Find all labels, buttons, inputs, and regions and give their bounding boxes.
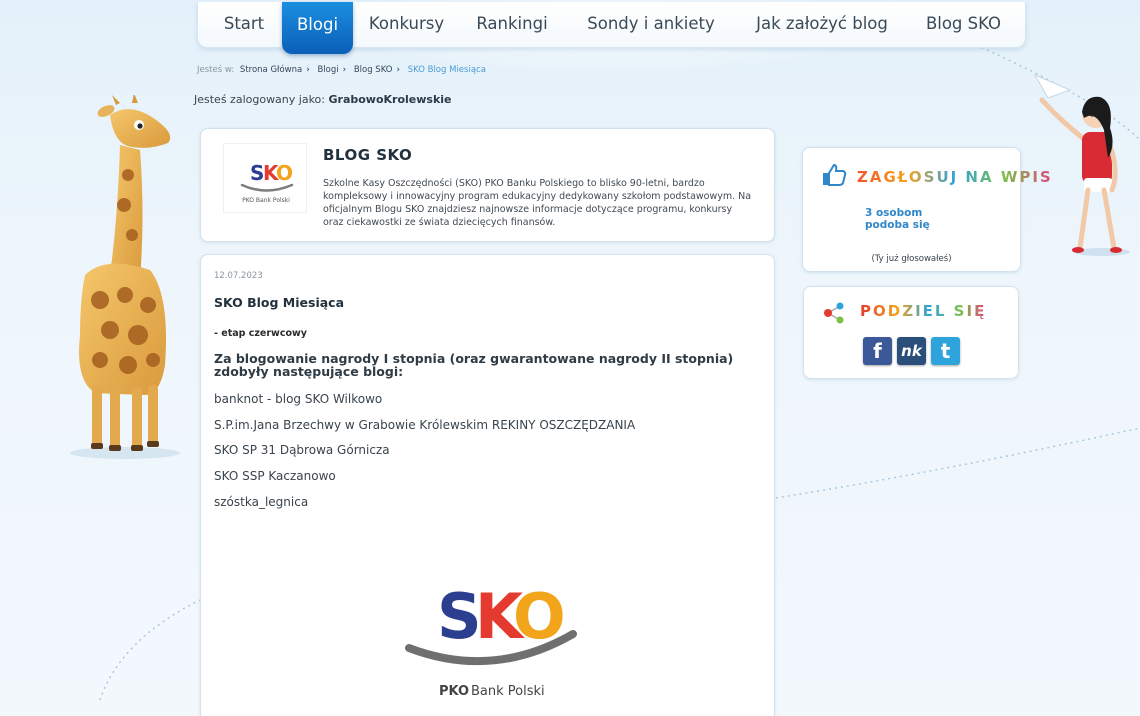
nav-rankingi[interactable]: Rankingi bbox=[470, 2, 554, 48]
share-widget: PODZIEL SIĘ f nk t bbox=[803, 286, 1019, 379]
thumbs-up-icon[interactable] bbox=[821, 163, 847, 187]
facebook-icon: f bbox=[873, 339, 882, 363]
post-subtitle: - etap czerwcowy bbox=[214, 328, 307, 339]
image-bank-suffix: Bank Polski bbox=[471, 684, 545, 699]
winner-item: S.P.im.Jana Brzechwy w Grabowie Królewsk… bbox=[214, 418, 636, 432]
girl-illustration bbox=[1033, 73, 1130, 256]
nav-sondy[interactable]: Sondy i ankiety bbox=[587, 2, 715, 48]
post-lead: Za blogowanie nagrody I stopnia (oraz gw… bbox=[214, 351, 734, 379]
vote-note: (Ty już głosowałeś) bbox=[871, 254, 952, 264]
breadcrumb-prefix: Jesteś w: bbox=[197, 65, 235, 75]
vote-title-text: ZAGŁOSUJ NA WPIS bbox=[857, 168, 1053, 186]
vote-count: 3 osobom podoba się bbox=[865, 207, 930, 231]
giraffe-illustration bbox=[70, 95, 180, 459]
nk-icon: nk bbox=[901, 342, 922, 360]
breadcrumb-blogi[interactable]: Blogi bbox=[317, 65, 338, 75]
blog-logo[interactable]: S K O PKO Bank Polski bbox=[223, 143, 307, 213]
post-panel: 12.07.2023 SKO Blog Miesiąca - etap czer… bbox=[200, 254, 775, 716]
image-bank-prefix: PKO bbox=[439, 684, 469, 699]
blog-header-panel: S K O PKO Bank Polski BLOG SKO Szkolne K… bbox=[200, 128, 775, 242]
nav-start[interactable]: Start bbox=[212, 2, 276, 48]
vote-count-line2: podoba się bbox=[865, 219, 930, 231]
blog-description: Szkolne Kasy Oszczędności (SKO) PKO Bank… bbox=[323, 178, 752, 228]
svg-text:O: O bbox=[276, 161, 293, 185]
nav-blogi[interactable]: Blogi bbox=[282, 2, 353, 54]
chevron-right-icon: › bbox=[306, 65, 310, 75]
winner-item: SKO SSP Kaczanowo bbox=[214, 469, 336, 483]
logo-bank-text: PKO Bank Polski bbox=[242, 197, 290, 204]
vote-title: ZAGŁOSUJ NA WPIS bbox=[857, 168, 1053, 186]
winner-item: banknot - blog SKO Wilkowo bbox=[214, 392, 383, 406]
logged-in-label: Jesteś zalogowany jako: bbox=[194, 93, 325, 106]
share-title-text: PODZIEL SIĘ bbox=[860, 302, 987, 320]
vote-count-line1: 3 osobom bbox=[865, 207, 923, 219]
winner-item: SKO SP 31 Dąbrowa Górnicza bbox=[214, 443, 390, 457]
breadcrumb-current: SKO Blog Miesiąca bbox=[407, 65, 486, 75]
breadcrumb-blog-sko[interactable]: Blog SKO bbox=[354, 65, 393, 75]
nav-konkursy[interactable]: Konkursy bbox=[362, 2, 451, 48]
vote-widget: ZAGŁOSUJ NA WPIS 3 osobom podoba się (Ty… bbox=[802, 147, 1051, 272]
post-date: 12.07.2023 bbox=[214, 271, 263, 281]
nk-share-button[interactable]: nk bbox=[897, 337, 926, 365]
twitter-share-button[interactable]: t bbox=[931, 337, 960, 365]
share-title: PODZIEL SIĘ bbox=[860, 302, 986, 320]
post-title: SKO Blog Miesiąca bbox=[214, 295, 345, 310]
winner-item: szóstka_legnica bbox=[214, 495, 309, 509]
nav-blog-sko[interactable]: Blog SKO bbox=[916, 2, 1011, 48]
chevron-right-icon: › bbox=[342, 65, 347, 75]
nav-jak-zalozyc-blog[interactable]: Jak założyć blog bbox=[754, 2, 890, 48]
facebook-share-button[interactable]: f bbox=[863, 337, 892, 365]
username[interactable]: GrabowoKrolewskie bbox=[329, 93, 452, 106]
share-icon bbox=[824, 302, 844, 324]
breadcrumb-home[interactable]: Strona Główna bbox=[240, 65, 302, 75]
sko-logo-image: S K O PKO Bank Polski bbox=[353, 530, 629, 716]
chevron-right-icon: › bbox=[396, 65, 401, 75]
main-nav: Start Blogi Konkursy Rankingi Sondy i an… bbox=[197, 2, 1026, 54]
blog-title: BLOG SKO bbox=[323, 146, 413, 164]
breadcrumb: Jesteś w: Strona Główna › Blogi › Blog SKO… bbox=[197, 65, 489, 75]
logged-in-info: Jesteś zalogowany jako: GrabowoKrolewski… bbox=[194, 93, 452, 106]
twitter-icon: t bbox=[940, 339, 951, 363]
